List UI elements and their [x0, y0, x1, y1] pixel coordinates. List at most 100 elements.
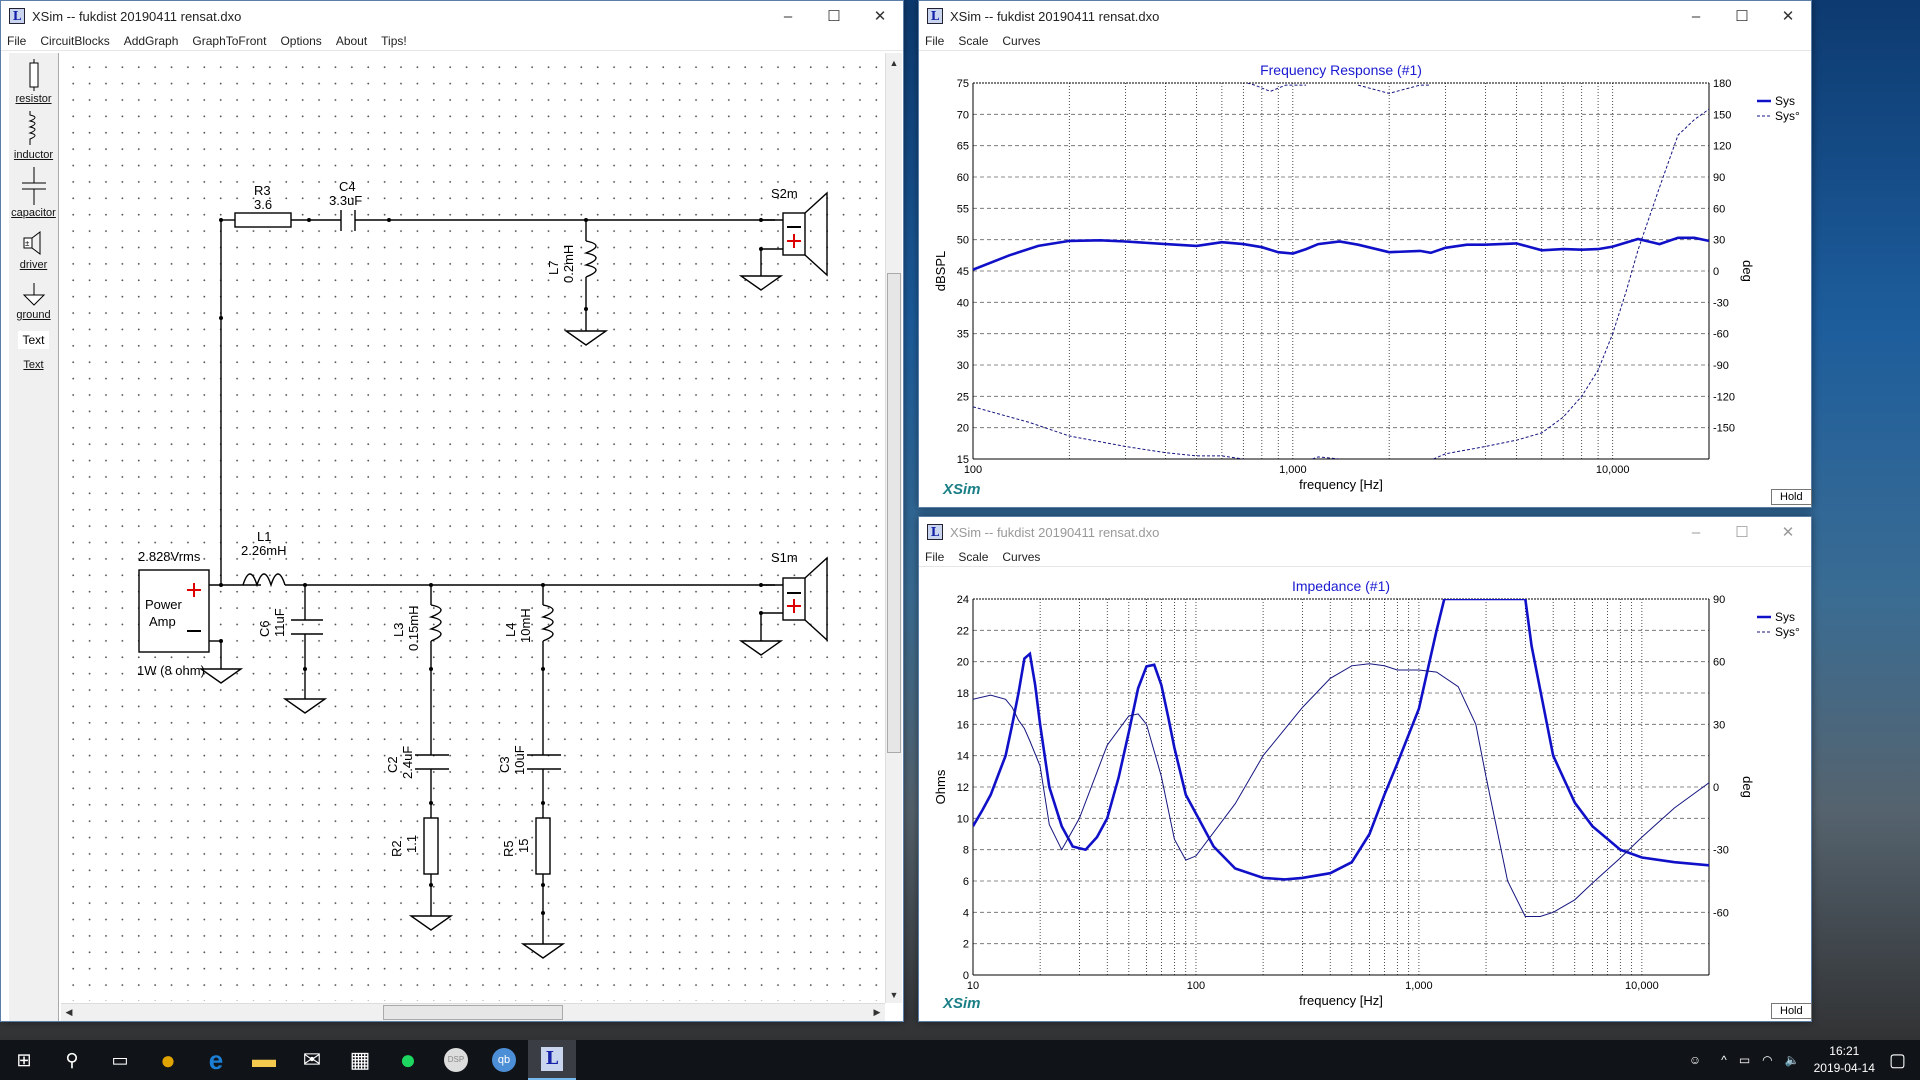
tool-text-box[interactable]: Text: [9, 331, 58, 349]
menu-scale[interactable]: Scale: [958, 34, 988, 48]
qbittorrent-app[interactable]: qb: [480, 1040, 528, 1080]
y2-tick-label: 150: [1713, 109, 1731, 121]
text-box-icon: Text: [18, 331, 49, 349]
maximize-button[interactable]: ☐: [811, 7, 857, 25]
system-tray: ☺ ^ ▭ ◠ 🔈 16:21 2019-04-14 ▢: [1689, 1040, 1920, 1080]
spotify-app[interactable]: ●: [384, 1040, 432, 1080]
xsim-app[interactable]: L: [528, 1040, 576, 1080]
impedance-chart[interactable]: Impedance (#1)024681012141618202224-60-3…: [919, 569, 1811, 1021]
y-tick-label: 40: [957, 297, 969, 309]
frequency-response-window: L XSim -- fukdist 20190411 rensat.dxo – …: [918, 0, 1812, 508]
clock[interactable]: 16:21 2019-04-14: [1814, 1043, 1875, 1077]
edge-app[interactable]: e: [192, 1040, 240, 1080]
l3-value: 0.15mH: [406, 605, 421, 651]
freq-menubar: File Scale Curves: [919, 31, 1811, 51]
menu-curves[interactable]: Curves: [1002, 550, 1040, 564]
people-icon[interactable]: ☺: [1689, 1053, 1701, 1067]
wifi-icon[interactable]: ◠: [1762, 1053, 1772, 1067]
minimize-button[interactable]: –: [1673, 8, 1719, 25]
y-tick-label: 25: [957, 391, 969, 403]
r3-name: R3: [254, 183, 271, 198]
c3-value: 10uF: [512, 745, 527, 775]
menu-graphtofront[interactable]: GraphToFront: [192, 34, 266, 48]
l1-name: L1: [257, 529, 272, 544]
show-hidden-icons-button[interactable]: ^: [1721, 1053, 1727, 1067]
y2-tick-label: -120: [1713, 391, 1735, 403]
main-titlebar[interactable]: L XSim -- fukdist 20190411 rensat.dxo – …: [1, 1, 903, 31]
menu-circuitblocks[interactable]: CircuitBlocks: [40, 34, 109, 48]
maximize-button[interactable]: ☐: [1719, 523, 1765, 541]
hold-button[interactable]: Hold: [1771, 489, 1812, 505]
minimize-button[interactable]: –: [1673, 524, 1719, 541]
windows-taskbar: ⊞ ⚲ ▭ ● e ▬ ✉ ▦ ● DSP qb L ☺ ^ ▭ ◠ 🔈 16:…: [0, 1040, 1920, 1080]
s2m-label: S2m: [771, 186, 798, 201]
c2-name: C2: [385, 756, 400, 773]
menu-file[interactable]: File: [925, 550, 944, 564]
menu-curves[interactable]: Curves: [1002, 34, 1040, 48]
close-button[interactable]: ✕: [1765, 523, 1811, 541]
vertical-scrollbar[interactable]: ▲ ▼: [885, 53, 902, 1003]
start-button[interactable]: ⊞: [0, 1040, 48, 1080]
battery-icon[interactable]: ▭: [1739, 1053, 1750, 1067]
y2-tick-label: 30: [1713, 719, 1725, 731]
freq-titlebar[interactable]: L XSim -- fukdist 20190411 rensat.dxo – …: [919, 1, 1811, 31]
legend-label-sys: Sys: [1775, 94, 1795, 108]
mail-app[interactable]: ✉: [288, 1040, 336, 1080]
y-tick-label: 16: [957, 719, 969, 731]
vertical-scroll-thumb[interactable]: [887, 273, 901, 753]
maximize-button[interactable]: ☐: [1719, 7, 1765, 25]
task-view-button[interactable]: ▭: [96, 1040, 144, 1080]
schematic-canvas[interactable]: R3 3.6 C4 3.3uF L7 0.2mH S2m S1m 2.828Vr…: [61, 53, 885, 1001]
menu-addgraph[interactable]: AddGraph: [124, 34, 179, 48]
horizontal-scroll-thumb[interactable]: [383, 1005, 563, 1020]
l4-value: 10mH: [518, 608, 533, 643]
tool-inductor[interactable]: inductor: [9, 111, 58, 161]
y-tick-label: 65: [957, 141, 969, 153]
file-explorer-app[interactable]: ▬: [240, 1040, 288, 1080]
close-button[interactable]: ✕: [857, 7, 903, 25]
menu-scale[interactable]: Scale: [958, 550, 988, 564]
imp-titlebar[interactable]: L XSim -- fukdist 20190411 rensat.dxo – …: [919, 517, 1811, 547]
volume-icon[interactable]: 🔈: [1785, 1053, 1800, 1067]
chrome-app[interactable]: ●: [144, 1040, 192, 1080]
close-button[interactable]: ✕: [1765, 7, 1811, 25]
scroll-up-button[interactable]: ▲: [886, 55, 902, 71]
tool-text[interactable]: Text: [9, 357, 58, 371]
scroll-down-button[interactable]: ▼: [886, 987, 902, 1003]
menu-file[interactable]: File: [7, 34, 26, 48]
capacitor-icon: [21, 167, 46, 205]
search-button[interactable]: ⚲: [48, 1040, 96, 1080]
menu-tips[interactable]: Tips!: [381, 34, 407, 48]
scroll-right-button[interactable]: ▶: [869, 1004, 885, 1020]
horizontal-scrollbar[interactable]: ◀ ▶: [61, 1003, 885, 1021]
r3-resistor: [234, 212, 292, 228]
notifications-icon[interactable]: ▢: [1889, 1050, 1906, 1071]
spotify-icon: ●: [399, 1044, 417, 1075]
s1m-label: S1m: [771, 550, 798, 565]
menu-file[interactable]: File: [925, 34, 944, 48]
l4-name: L4: [503, 622, 518, 637]
tool-ground[interactable]: ground: [9, 283, 58, 321]
tool-capacitor[interactable]: capacitor: [9, 167, 58, 219]
y2-axis-label: deg: [1740, 260, 1755, 282]
x-axis-label: frequency [Hz]: [1299, 477, 1383, 492]
menu-options[interactable]: Options: [280, 34, 321, 48]
store-app[interactable]: ▦: [336, 1040, 384, 1080]
frequency-response-chart[interactable]: Frequency Response (#1)15202530354045505…: [919, 53, 1811, 507]
tool-resistor[interactable]: resistor: [9, 59, 58, 105]
chart-title: Frequency Response (#1): [1260, 62, 1422, 78]
y2-tick-label: -60: [1713, 907, 1729, 919]
legend-label-sys: Sys: [1775, 610, 1795, 624]
c6-name: C6: [257, 620, 272, 637]
tool-driver[interactable]: ± driver: [9, 229, 58, 271]
dsp-app[interactable]: DSP: [432, 1040, 480, 1080]
series-line-magnitude: [973, 236, 1709, 271]
l7-value: 0.2mH: [561, 244, 576, 283]
scroll-left-button[interactable]: ◀: [61, 1004, 77, 1020]
menu-about[interactable]: About: [336, 34, 367, 48]
minimize-button[interactable]: –: [765, 8, 811, 25]
y-tick-label: 75: [957, 78, 969, 90]
impedance-window: L XSim -- fukdist 20190411 rensat.dxo – …: [918, 516, 1812, 1022]
y-tick-label: 8: [963, 845, 969, 857]
hold-button[interactable]: Hold: [1771, 1003, 1812, 1019]
